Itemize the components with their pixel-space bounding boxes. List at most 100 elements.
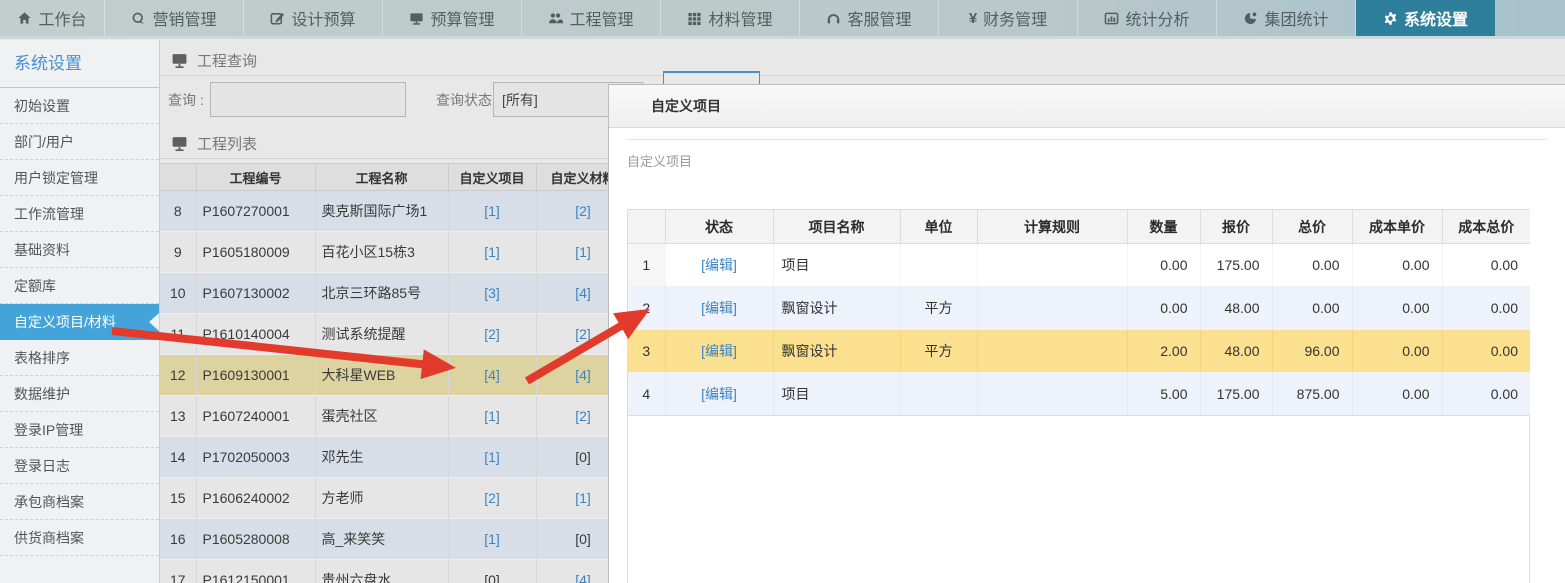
table-row[interactable]: 12 P1609130001 大科星WEB [4] [4] bbox=[160, 355, 630, 396]
nav-item-material-mgmt[interactable]: 材料管理 bbox=[661, 0, 800, 36]
nav-item-workbench[interactable]: 工作台 bbox=[0, 0, 105, 36]
nav-item-finance-mgmt[interactable]: ¥ 财务管理 bbox=[939, 0, 1078, 36]
sidebar-item-basic-data[interactable]: 基础资料 bbox=[0, 232, 159, 268]
edit-link[interactable]: [编辑] bbox=[701, 300, 737, 316]
custom-material-count-link[interactable]: [4] bbox=[575, 367, 591, 383]
section-title: 工程列表 bbox=[197, 133, 257, 154]
custom-project-grid: 状态 项目名称 单位 计算规则 数量 报价 总价 成本单价 成本总价 bbox=[627, 209, 1530, 583]
custom-project-count-link[interactable]: [2] bbox=[484, 326, 500, 342]
sidebar-item-initial-settings[interactable]: 初始设置 bbox=[0, 88, 159, 124]
nav-item-budget-mgmt[interactable]: 预算管理 bbox=[383, 0, 522, 36]
custom-material-count-link[interactable]: [4] bbox=[575, 572, 591, 583]
custom-project-count-link[interactable]: [4] bbox=[484, 367, 500, 383]
query-input[interactable] bbox=[210, 82, 406, 117]
table-row[interactable]: 14 P1702050003 邓先生 [1] [0] bbox=[160, 437, 630, 478]
query-status-value: [所有] bbox=[502, 90, 538, 110]
sidebar-item-login-log[interactable]: 登录日志 bbox=[0, 448, 159, 484]
nav-item-customer-service[interactable]: 客服管理 bbox=[800, 0, 939, 36]
custom-material-count-link[interactable]: [4] bbox=[575, 285, 591, 301]
nav-item-statistics[interactable]: 统计分析 bbox=[1078, 0, 1217, 36]
table-row[interactable]: 8 P1607270001 奥克斯国际广场1 [1] [2] bbox=[160, 191, 630, 232]
custom-project-count-link[interactable]: [1] bbox=[484, 203, 500, 219]
custom-project-count-link[interactable]: [1] bbox=[484, 531, 500, 547]
nav-item-group-statistics[interactable]: 集团统计 bbox=[1217, 0, 1356, 36]
nav-item-label: 工程管理 bbox=[569, 6, 633, 30]
application-window: 工作台 营销管理 设计预算 预算管理 工程管理 材料管理 客服管理 ¥ 财务管理 bbox=[0, 0, 1565, 583]
item-name-cell: 飘窗设计 bbox=[773, 330, 900, 373]
row-number-cell: 10 bbox=[160, 273, 196, 314]
sidebar-item-supplier-archive[interactable]: 供货商档案 bbox=[0, 520, 159, 556]
cost-unit-price-cell: 0.00 bbox=[1352, 373, 1442, 416]
quote-cell: 48.00 bbox=[1200, 287, 1272, 330]
table-row[interactable]: 15 P1606240002 方老师 [2] [1] bbox=[160, 478, 630, 519]
unit-cell: 平方 bbox=[900, 330, 977, 373]
sidebar-item-user-lock[interactable]: 用户锁定管理 bbox=[0, 160, 159, 196]
sidebar-item-contractor-archive[interactable]: 承包商档案 bbox=[0, 484, 159, 520]
sidebar-item-table-sort[interactable]: 表格排序 bbox=[0, 340, 159, 376]
sidebar-item-department-user[interactable]: 部门/用户 bbox=[0, 124, 159, 160]
nav-item-design-budget[interactable]: 设计预算 bbox=[244, 0, 383, 36]
query-status-label: 查询状态 bbox=[436, 90, 492, 110]
nav-item-marketing[interactable]: 营销管理 bbox=[105, 0, 244, 36]
sidebar-title: 系统设置 bbox=[0, 40, 159, 88]
nav-item-label: 材料管理 bbox=[708, 6, 772, 30]
col-calc-rule: 计算规则 bbox=[977, 210, 1127, 244]
table-header-row: 工程编号 工程名称 自定义项目 自定义材料 bbox=[160, 164, 630, 191]
modal-table-row[interactable]: 2 [编辑] 飘窗设计 平方 0.00 48.00 0.00 0.00 0.00 bbox=[628, 287, 1530, 330]
table-row[interactable]: 9 P1605180009 百花小区15栋3 [1] [1] bbox=[160, 232, 630, 273]
nav-item-project-mgmt[interactable]: 工程管理 bbox=[522, 0, 661, 36]
edit-link[interactable]: [编辑] bbox=[701, 343, 737, 359]
custom-project-count-link[interactable]: [1] bbox=[484, 408, 500, 424]
home-icon bbox=[17, 11, 32, 26]
custom-project-count-link[interactable]: [2] bbox=[484, 490, 500, 506]
custom-project-count-link: [0] bbox=[484, 572, 500, 583]
sidebar-item-data-maintenance[interactable]: 数据维护 bbox=[0, 376, 159, 412]
cost-total-price-cell: 0.00 bbox=[1442, 373, 1530, 416]
quantity-cell: 5.00 bbox=[1127, 373, 1200, 416]
custom-project-count-link[interactable]: [1] bbox=[484, 244, 500, 260]
custom-material-count-link[interactable]: [2] bbox=[575, 326, 591, 342]
custom-project-count-link[interactable]: [3] bbox=[484, 285, 500, 301]
col-row-number bbox=[628, 210, 665, 244]
project-code-cell: P1702050003 bbox=[196, 437, 315, 478]
sidebar-item-custom-project-material[interactable]: 自定义项目/材料 bbox=[0, 304, 159, 340]
sidebar-item-quota-library[interactable]: 定额库 bbox=[0, 268, 159, 304]
sidebar-item-workflow[interactable]: 工作流管理 bbox=[0, 196, 159, 232]
col-cost-unit-price: 成本单价 bbox=[1352, 210, 1442, 244]
cost-total-price-cell: 0.00 bbox=[1442, 244, 1530, 287]
project-code-cell: P1605280008 bbox=[196, 519, 315, 560]
table-row[interactable]: 16 P1605280008 高_来笑笑 [1] [0] bbox=[160, 519, 630, 560]
edit-icon bbox=[270, 11, 285, 26]
quote-cell: 175.00 bbox=[1200, 373, 1272, 416]
project-code-cell: P1612150001 bbox=[196, 560, 315, 583]
custom-material-count-link[interactable]: [1] bbox=[575, 244, 591, 260]
custom-project-cell: [1] bbox=[448, 437, 536, 478]
table-row[interactable]: 11 P1610140004 测试系统提醒 [2] [2] bbox=[160, 314, 630, 355]
custom-project-cell: [1] bbox=[448, 232, 536, 273]
sidebar-item-login-ip[interactable]: 登录IP管理 bbox=[0, 412, 159, 448]
modal-table-row[interactable]: 4 [编辑] 项目 5.00 175.00 875.00 0.00 0.00 bbox=[628, 373, 1530, 416]
modal-table-row[interactable]: 3 [编辑] 飘窗设计 平方 2.00 48.00 96.00 0.00 0.0… bbox=[628, 330, 1530, 373]
calc-rule-cell bbox=[977, 373, 1127, 416]
project-name-cell: 奥克斯国际广场1 bbox=[315, 191, 448, 232]
custom-material-count-link[interactable]: [2] bbox=[575, 203, 591, 219]
row-number-cell: 15 bbox=[160, 478, 196, 519]
edit-link[interactable]: [编辑] bbox=[701, 386, 737, 402]
custom-material-count-link[interactable]: [1] bbox=[575, 490, 591, 506]
nav-item-system-settings[interactable]: 系统设置 bbox=[1356, 0, 1495, 36]
col-project-name: 工程名称 bbox=[315, 164, 448, 191]
modal-body: 自定义项目 状态 项目名称 单位 计算规则 数量 报价 总价 bbox=[609, 128, 1565, 583]
table-row[interactable]: 10 P1607130002 北京三环路85号 [3] [4] bbox=[160, 273, 630, 314]
table-row[interactable]: 13 P1607240001 蛋壳社区 [1] [2] bbox=[160, 396, 630, 437]
custom-project-cell: [3] bbox=[448, 273, 536, 314]
table-row[interactable]: 17 P1612150001 贵州六盘水 [0] [4] bbox=[160, 560, 630, 583]
custom-project-count-link[interactable]: [1] bbox=[484, 449, 500, 465]
modal-titlebar: 自定义项目 bbox=[609, 85, 1565, 128]
modal-table-row[interactable]: 1 [编辑] 项目 0.00 175.00 0.00 0.00 0.00 bbox=[628, 244, 1530, 287]
status-cell: [编辑] bbox=[665, 330, 773, 373]
monitor-icon bbox=[409, 11, 424, 26]
custom-material-count-link[interactable]: [2] bbox=[575, 408, 591, 424]
edit-link[interactable]: [编辑] bbox=[701, 257, 737, 273]
modal-panel-caption: 自定义项目 bbox=[627, 139, 1547, 177]
custom-project-cell: [2] bbox=[448, 478, 536, 519]
